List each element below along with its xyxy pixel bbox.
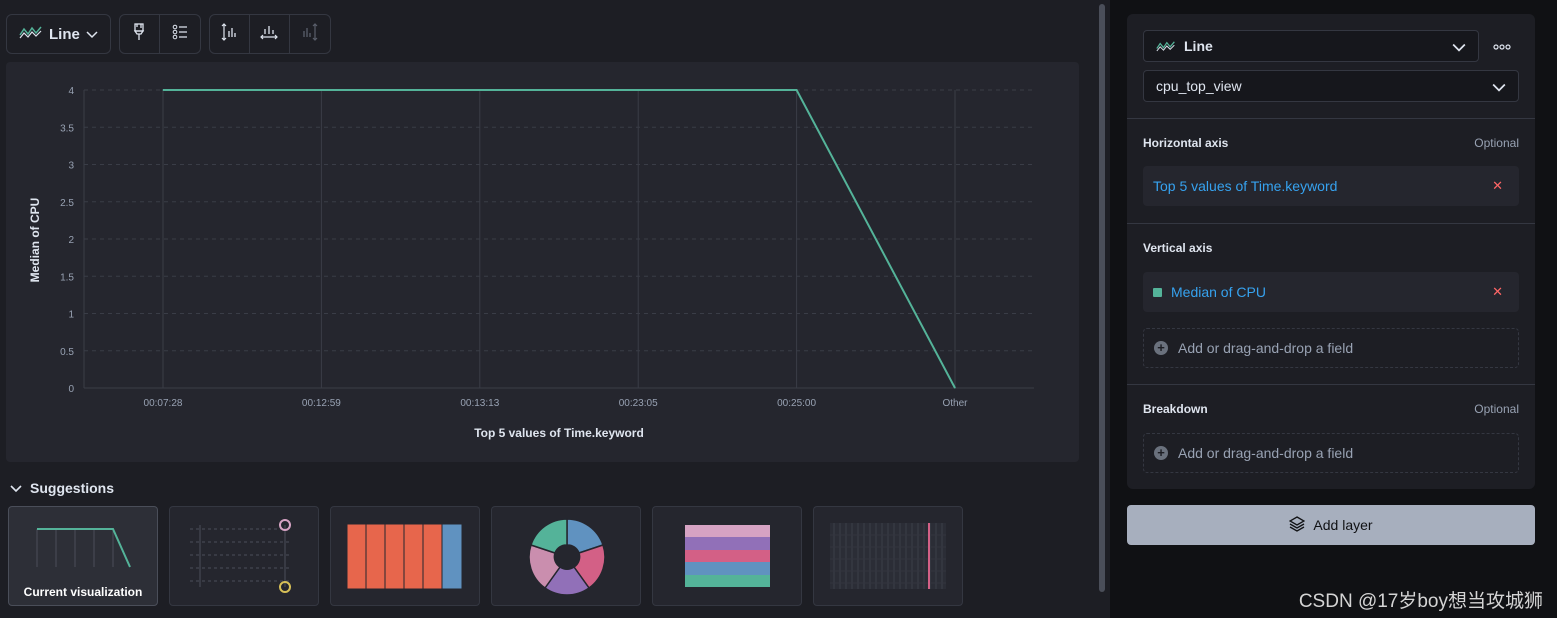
x-tick-label: Other [942,398,968,409]
vertical-axis-dropzone[interactable]: + Add or drag-and-drop a field [1143,328,1519,368]
add-layer-button[interactable]: Add layer [1127,505,1535,545]
right-axis-button[interactable] [290,15,330,53]
suggestion-current-visualization[interactable]: Current visualization [8,506,158,606]
breakdown-label: Breakdown [1143,402,1208,416]
y-axis-label: Median of CPU [28,198,42,283]
y-tick-label: 2.5 [60,198,74,209]
x-tick-label: 00:07:28 [144,398,183,409]
stacked-bar-thumbnail-icon [685,525,770,587]
vertical-axis-field-label: Median of CPU [1171,284,1266,300]
chart-type-group: Line [6,14,111,54]
brush-icon [132,22,146,46]
x-tick-label: 00:12:59 [302,398,341,409]
y-tick-label: 0 [68,384,74,395]
suggestion-bar-chart[interactable] [330,506,480,606]
plus-circle-icon: + [1154,446,1168,460]
remove-horizontal-field-icon[interactable]: ✕ [1492,178,1503,194]
line-chart-icon [19,24,43,44]
series-color-swatch[interactable] [1153,287,1162,297]
data-view-select[interactable]: cpu_top_view [1143,70,1519,102]
suggestion-stacked-bar[interactable] [652,506,802,606]
series-point [796,89,798,91]
series-point [479,89,481,91]
vertical-axis-icon [221,22,237,46]
chevron-down-icon [1492,80,1506,96]
chevron-down-icon [1452,40,1466,56]
chart-toolbar: Line [6,14,331,54]
heatmap-thumbnail-icon [830,523,946,589]
y-tick-label: 4 [68,86,74,97]
horizontal-axis-field-label: Top 5 values of Time.keyword [1153,178,1338,194]
suggestions-list: Current visualization [8,506,963,606]
chart-type-label: Line [49,25,80,43]
suggestion-heatmap[interactable] [813,506,963,606]
watermark-text: CSDN @17岁boy想当攻城狮 [1298,591,1543,612]
config-sidebar: Line cpu_top_view Horizontal axis Option… [1110,0,1557,618]
lens-editor: Line 0 0.5 1 1.5 2 2.5 3 3.5 4 00:07:28 … [0,0,1557,618]
x-tick-label: 00:23:05 [619,398,658,409]
left-axis-button[interactable] [210,15,250,53]
horizontal-axis-icon [260,24,279,45]
horizontal-axis-field[interactable]: Top 5 values of Time.keyword ✕ [1143,166,1519,206]
line-chart-icon [1156,39,1176,53]
series-point [320,89,322,91]
layers-icon [1289,515,1306,535]
layer-config-panel: Line cpu_top_view Horizontal axis Option… [1127,14,1535,489]
chart-panel: 0 0.5 1 1.5 2 2.5 3 3.5 4 00:07:28 00:12:59 00:13:1… [6,62,1079,462]
line-chart: 0 0.5 1 1.5 2 2.5 3 3.5 4 00:07:28 00:12:59 00:13:1… [28,86,1034,440]
plus-circle-icon: + [1154,341,1168,355]
suggestion-donut-chart[interactable] [491,506,641,606]
section-divider [1127,384,1535,385]
section-divider [1127,223,1535,224]
data-view-label: cpu_top_view [1156,78,1242,94]
chevron-down-icon [86,26,98,43]
breakdown-dropzone[interactable]: + Add or drag-and-drop a field [1143,433,1519,473]
chevron-down-icon [10,480,22,496]
x-tick-label: 00:25:00 [777,398,816,409]
layer-actions-button[interactable] [1493,38,1513,52]
y-tick-label: 3.5 [60,123,74,134]
scatter-thumbnail-icon [190,519,291,593]
add-layer-label: Add layer [1313,517,1373,533]
series-point [637,89,639,91]
breakdown-add-label: Add or drag-and-drop a field [1178,445,1354,461]
x-axis-label: Top 5 values of Time.keyword [474,426,644,440]
axis-group [208,14,331,54]
y-tick-label: 1.5 [60,272,74,283]
more-horizontal-icon [1493,38,1511,55]
series-point [954,387,956,389]
paint-brush-button[interactable] [120,15,160,53]
current-visualization-label: Current visualization [23,585,143,599]
vertical-axis-field[interactable]: Median of CPU ✕ [1143,272,1519,312]
appearance-group [118,14,201,54]
vertical-axis-right-icon [302,22,318,46]
chart-type-button[interactable]: Line [7,15,110,53]
suggestions-toggle[interactable]: Suggestions [10,480,114,496]
layer-chart-type-select[interactable]: Line [1143,30,1479,62]
suggestions-title: Suggestions [30,480,115,496]
horizontal-axis-optional: Optional [1474,136,1519,150]
x-tick-label: 00:13:13 [460,398,499,409]
donut-thumbnail-icon [528,518,606,596]
vertical-axis-add-label: Add or drag-and-drop a field [1178,340,1354,356]
y-tick-label: 2 [68,235,74,246]
legend-button[interactable] [160,15,200,53]
workspace-scrollbar[interactable] [1099,4,1105,592]
layer-chart-type-label: Line [1184,38,1213,54]
y-tick-label: 0.5 [60,347,74,358]
list-icon [172,24,188,45]
section-divider [1127,118,1535,119]
bar-thumbnail-icon [346,523,463,590]
bottom-axis-button[interactable] [250,15,290,53]
breakdown-optional: Optional [1474,402,1519,416]
suggestion-dot-chart[interactable] [169,506,319,606]
horizontal-axis-label: Horizontal axis [1143,136,1229,150]
y-tick-label: 1 [68,310,74,321]
remove-vertical-field-icon[interactable]: ✕ [1492,284,1503,300]
vertical-axis-label: Vertical axis [1143,241,1213,255]
series-point [162,89,164,91]
y-tick-label: 3 [68,161,74,172]
